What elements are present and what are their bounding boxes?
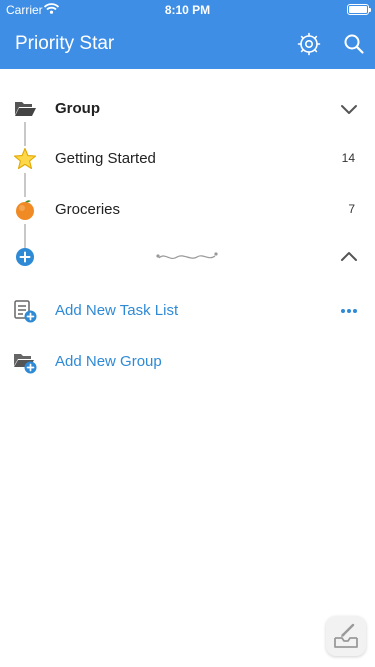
star-icon <box>13 147 37 170</box>
group-row[interactable]: Group <box>0 89 375 129</box>
task-count-badge: 14 <box>341 151 355 165</box>
add-task-list-button[interactable]: Add New Task List <box>0 291 375 331</box>
orange-icon <box>16 200 34 220</box>
add-group-label: Add New Group <box>55 353 162 370</box>
add-task-list-label: Add New Task List <box>55 302 179 319</box>
task-count-badge: 7 <box>348 202 355 216</box>
compose-task-button[interactable] <box>326 616 366 656</box>
gear-icon[interactable] <box>297 32 321 56</box>
list-item-label: Getting Started <box>55 150 156 167</box>
page-title: Priority Star <box>15 33 115 54</box>
add-group-button[interactable]: Add New Group <box>0 342 375 382</box>
battery-icon <box>347 4 371 15</box>
search-icon[interactable] <box>342 32 366 56</box>
new-group-folder-icon <box>14 354 37 374</box>
status-bar: Carrier 8:10 PM <box>0 0 375 20</box>
list-item-label: Groceries <box>55 201 121 218</box>
group-title: Group <box>55 100 100 117</box>
list-item-groceries[interactable]: Groceries 7 <box>0 190 375 230</box>
app-header: Carrier 8:10 PM Priority Star <box>0 0 375 69</box>
add-list-plus-icon[interactable] <box>16 248 34 266</box>
compose-icon <box>334 623 358 648</box>
new-task-list-icon <box>14 300 37 323</box>
flourish-divider <box>156 252 218 260</box>
status-time: 8:10 PM <box>164 3 211 17</box>
open-folder-icon <box>15 102 36 116</box>
more-options-icon[interactable] <box>339 305 359 317</box>
chevron-up-icon[interactable] <box>339 249 359 265</box>
chevron-down-icon[interactable] <box>339 101 359 117</box>
list-item-getting-started[interactable]: Getting Started 14 <box>0 139 375 179</box>
